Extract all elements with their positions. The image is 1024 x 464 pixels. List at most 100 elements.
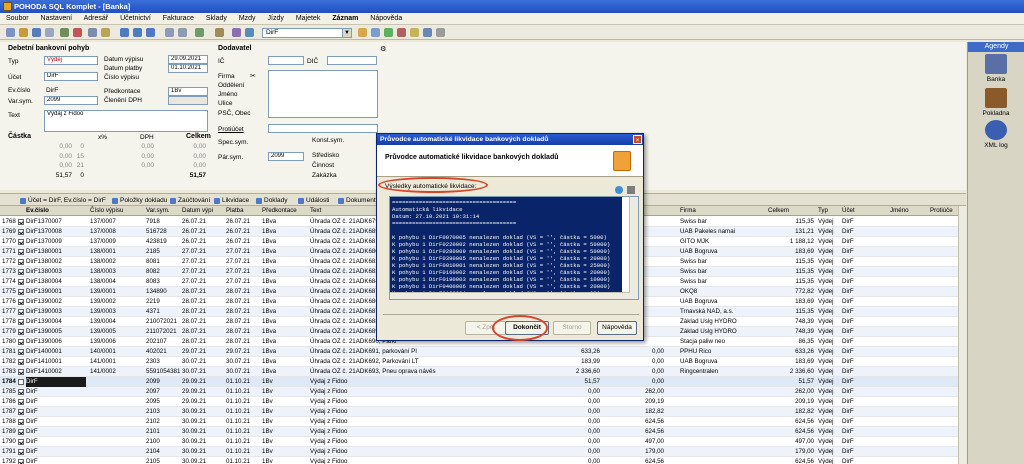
ic-input[interactable]	[268, 56, 304, 65]
column-header[interactable]: Ev.číslo	[26, 207, 49, 214]
copy-icon[interactable]	[60, 28, 69, 37]
column-header[interactable]: Platba	[226, 207, 244, 214]
tab-zauctovani[interactable]: Zaúčtování	[170, 196, 210, 205]
table-row[interactable]: 1785 DirF 2097 29.09.21 01.10.21 1Bv Výdaj z F…	[0, 387, 966, 397]
tab-polozky[interactable]: Položky dokladu	[112, 196, 167, 205]
nav-prev-icon[interactable]	[133, 28, 142, 37]
agenda-xml-log[interactable]: XML log	[972, 120, 1020, 149]
print-icon[interactable]	[627, 186, 635, 194]
menu-napoveda[interactable]: Nápověda	[370, 15, 402, 22]
table-row[interactable]: 1784 DirF 2099 29.09.21 01.10.21 1Bv Výdaj z F…	[0, 377, 966, 387]
table-row[interactable]: 1787 DirF 2103 30.09.21 01.10.21 1Bv Výdaj z F…	[0, 407, 966, 417]
menu-majetek[interactable]: Majetek	[296, 15, 321, 22]
calendar-icon[interactable]	[410, 28, 419, 37]
menu-sklady[interactable]: Sklady	[206, 15, 227, 22]
column-header[interactable]: Číslo výpisu	[90, 207, 123, 214]
menu-soubor[interactable]: Soubor	[6, 15, 29, 22]
table-row[interactable]: 1789 DirF 2101 30.09.21 01.10.21 1Bv Výdaj z F…	[0, 427, 966, 437]
agenda-banka[interactable]: Banka	[972, 54, 1020, 83]
table-row[interactable]: 1781 DirF1400001 140/0001 402021 29.07.21 29.…	[0, 347, 966, 357]
save-icon[interactable]	[32, 28, 41, 37]
chart-icon[interactable]	[245, 28, 254, 37]
column-header[interactable]: Typ	[818, 207, 828, 214]
find-icon[interactable]	[178, 28, 187, 37]
cut-icon[interactable]	[88, 28, 97, 37]
table-row[interactable]: 1791 DirF 2104 30.09.21 01.10.21 1Bv Výdaj z F…	[0, 447, 966, 457]
column-header[interactable]: Text	[310, 207, 321, 214]
column-header[interactable]: Protiúče	[930, 207, 953, 214]
liquidation-icon[interactable]	[397, 28, 406, 37]
dic-input[interactable]	[327, 56, 377, 65]
cell-a: 0,00	[587, 388, 600, 395]
nav-first-icon[interactable]	[120, 28, 129, 37]
menu-zaznam[interactable]: Záznam	[332, 15, 358, 22]
filter-icon[interactable]	[165, 28, 174, 37]
results-log[interactable]: ===================================== Aut…	[389, 196, 639, 300]
varsym-input[interactable]: 2099	[44, 96, 98, 105]
refresh-icon[interactable]	[615, 186, 623, 194]
text-input[interactable]: Výdaj z Fidoo	[44, 110, 208, 132]
tab-likvidace[interactable]: Likvidace	[214, 196, 249, 205]
help-button[interactable]: Nápověda	[597, 321, 637, 335]
cancel-button[interactable]: Storno	[553, 321, 591, 335]
datum-vypisu-input[interactable]: 29.09.2021	[168, 55, 208, 64]
accounting-icon[interactable]	[384, 28, 393, 37]
column-header[interactable]: Celkem	[768, 207, 789, 214]
cleneni-select[interactable]	[168, 96, 208, 105]
menu-adresar[interactable]: Adresář	[84, 15, 109, 22]
table-row[interactable]: 1786 DirF 2095 29.09.21 01.10.21 1Bv Výdaj z F…	[0, 397, 966, 407]
agenda-pokladna[interactable]: Pokladna	[972, 88, 1020, 117]
tab-doklady[interactable]: Doklady	[256, 196, 287, 205]
menu-nastaveni[interactable]: Nastavení	[41, 15, 73, 22]
menu-jizdy[interactable]: Jízdy	[268, 15, 284, 22]
tab-filter[interactable]: Účet = DirF, Ev.číslo = DirF	[20, 196, 106, 205]
protiucet-input[interactable]	[268, 124, 378, 133]
folder-icon[interactable]	[358, 28, 367, 37]
table-scrollbar[interactable]	[958, 206, 966, 464]
gear-icon[interactable]: ⚙	[380, 45, 386, 53]
agenda-filter-select[interactable]: DirF	[262, 28, 352, 38]
delete-icon[interactable]	[73, 28, 82, 37]
agendy-header: Agendy	[968, 42, 1024, 52]
typ-select[interactable]: Výdej	[44, 56, 98, 65]
table-row[interactable]: 1788 DirF 2102 30.09.21 01.10.21 1Bv Výdaj z F…	[0, 417, 966, 427]
sort-icon[interactable]	[195, 28, 204, 37]
column-header[interactable]: Var.sym.	[146, 207, 170, 214]
predkontace-select[interactable]: 1Bv	[168, 87, 208, 96]
nav-next-icon[interactable]	[146, 28, 155, 37]
log-hscrollbar[interactable]	[390, 292, 630, 299]
tab-dokumenty[interactable]: Dokumenty	[338, 196, 379, 205]
new-icon[interactable]	[6, 28, 15, 37]
paste-icon[interactable]	[101, 28, 110, 37]
column-header[interactable]: Účet	[842, 207, 855, 214]
settings-icon[interactable]	[436, 28, 445, 37]
text-label: Text	[8, 112, 20, 119]
mail-icon[interactable]	[371, 28, 380, 37]
table-icon[interactable]	[215, 28, 224, 37]
menu-mzdy[interactable]: Mzdy	[239, 15, 256, 22]
column-header[interactable]: Předkontace	[262, 207, 297, 214]
ucet-select[interactable]: DirF	[44, 72, 98, 81]
tab-udalosti[interactable]: Události	[298, 196, 329, 205]
search-icon[interactable]: ✂	[250, 72, 256, 80]
column-header[interactable]: Firma	[680, 207, 696, 214]
menu-fakturace[interactable]: Fakturace	[163, 15, 194, 22]
table-row[interactable]: 1783 DirF1410002 141/0002 5591054381 30.07.2…	[0, 367, 966, 377]
report-icon[interactable]	[232, 28, 241, 37]
print-icon[interactable]	[45, 28, 54, 37]
table-row[interactable]: 1782 DirF1410001 141/0001 2303 30.07.21 30.07…	[0, 357, 966, 367]
cell-typ: Výdej	[818, 458, 834, 464]
attachment-icon[interactable]	[423, 28, 432, 37]
table-row[interactable]: 1790 DirF 2100 30.09.21 01.10.21 1Bv Výdaj z F…	[0, 437, 966, 447]
table-row[interactable]: 1792 DirF 2105 30.09.21 01.10.21 1Bv Výdaj z F…	[0, 457, 966, 464]
menu-ucetnictvi[interactable]: Účetnictví	[120, 15, 151, 22]
log-vscrollbar[interactable]	[629, 197, 638, 299]
close-icon[interactable]: ×	[633, 135, 642, 144]
column-header[interactable]: Datum výpi	[182, 207, 213, 214]
datum-platby-input[interactable]: 01.10.2021	[168, 64, 208, 73]
chevron-down-icon[interactable]: ▼	[342, 28, 352, 38]
open-icon[interactable]	[19, 28, 28, 37]
address-box[interactable]	[268, 70, 378, 118]
column-header[interactable]: Jméno	[890, 207, 909, 214]
parsym-input[interactable]: 2099	[268, 152, 304, 161]
